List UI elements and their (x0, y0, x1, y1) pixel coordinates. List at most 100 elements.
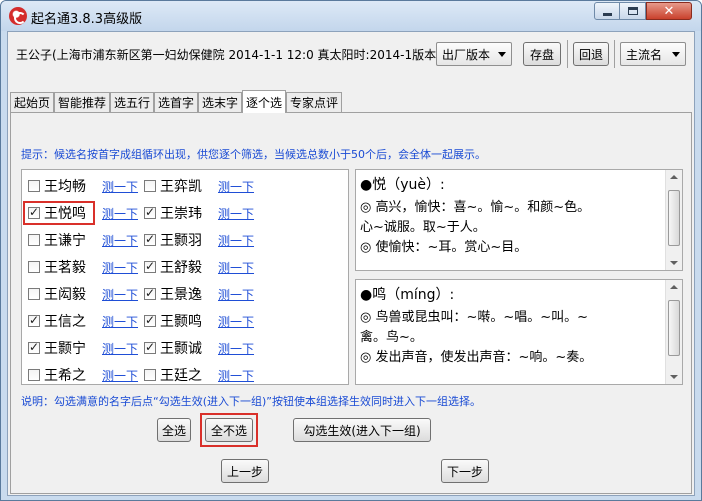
version-combo[interactable]: 出厂版本 (436, 42, 512, 66)
name-checkbox-item[interactable]: 王景逸 (144, 285, 202, 303)
name-checkbox-item[interactable]: 王均畅 (28, 177, 86, 195)
prev-step-button[interactable]: 上一步 (221, 459, 269, 483)
checkbox[interactable] (144, 180, 156, 192)
maximize-button[interactable] (620, 2, 646, 20)
toolbar-separator (614, 40, 615, 68)
scroll-thumb[interactable] (668, 190, 680, 246)
scroll-down-icon[interactable] (670, 375, 678, 379)
candidate-name: 王颢羽 (160, 233, 202, 249)
name-checkbox-item[interactable]: 王谦宁 (28, 231, 86, 249)
tab-five-elements[interactable]: 选五行 (110, 92, 154, 112)
back-button[interactable]: 回退 (573, 42, 609, 66)
definition-line: ◎ 使愉快：~耳。赏心~目。 (360, 240, 528, 255)
scroll-thumb[interactable] (668, 300, 680, 356)
mode-combo[interactable]: 主流名 (620, 42, 686, 66)
definition-line: ◎ 鸟兽或昆虫叫：~啭。~唱。~叫。~ (360, 310, 589, 325)
checkbox[interactable] (28, 313, 40, 327)
minimize-icon (602, 12, 612, 16)
apply-selection-button[interactable]: 勾选生效(进入下一组) (293, 418, 431, 442)
name-checkbox-item[interactable]: 王希之 (28, 366, 86, 384)
name-checkbox-item[interactable]: 王弈凯 (144, 177, 202, 195)
test-name-link[interactable]: 测一下 (102, 313, 138, 330)
scroll-up-icon[interactable] (670, 175, 678, 179)
name-checkbox-item[interactable]: 王颢宁 (28, 339, 86, 357)
test-name-link[interactable]: 测一下 (218, 178, 254, 195)
name-checkbox-item[interactable]: 王茗毅 (28, 258, 86, 276)
close-icon: ✕ (663, 3, 675, 19)
minimize-button[interactable] (594, 2, 620, 20)
save-button[interactable]: 存盘 (523, 42, 561, 66)
candidate-name: 王廷之 (160, 368, 202, 384)
checkbox[interactable] (144, 232, 156, 246)
candidate-name: 王颢鸣 (160, 314, 202, 330)
toolbar-separator (567, 40, 568, 68)
select-all-button[interactable]: 全选 (157, 418, 191, 442)
chevron-down-icon (498, 52, 506, 57)
name-checkbox-item[interactable]: 王颢羽 (144, 231, 202, 249)
tab-expert-review[interactable]: 专家点评 (286, 92, 342, 112)
checkbox[interactable] (144, 313, 156, 327)
checkbox[interactable] (28, 369, 40, 381)
checkbox[interactable] (28, 261, 40, 273)
close-button[interactable]: ✕ (646, 2, 692, 20)
name-checkbox-item[interactable]: 王舒毅 (144, 258, 202, 276)
scroll-down-icon[interactable] (670, 261, 678, 265)
checkbox[interactable] (28, 288, 40, 300)
tab-recommend[interactable]: 智能推荐 (54, 92, 110, 112)
vertical-scrollbar[interactable] (665, 170, 682, 270)
test-name-link[interactable]: 测一下 (218, 232, 254, 249)
checkbox[interactable] (144, 205, 156, 219)
tab-start[interactable]: 起始页 (10, 92, 54, 112)
candidate-name: 王闳毅 (44, 287, 86, 303)
char-definition-pane-2: ●鸣（míng）: ◎ 鸟兽或昆虫叫：~啭。~唱。~叫。~ 禽。鸟~。 ◎ 发出… (355, 279, 683, 385)
checkbox[interactable] (28, 180, 40, 192)
candidate-name: 王景逸 (160, 287, 202, 303)
tab-one-by-one[interactable]: 逐个选 (242, 90, 286, 113)
candidate-name: 王颢宁 (44, 341, 86, 357)
test-name-link[interactable]: 测一下 (218, 313, 254, 330)
definition-line: ◎ 高兴，愉快：喜~。愉~。和颜~色。 (360, 200, 591, 215)
scroll-up-icon[interactable] (670, 285, 678, 289)
test-name-link[interactable]: 测一下 (102, 286, 138, 303)
tab-bar: 起始页 智能推荐 选五行 选首字 选末字 逐个选 专家点评 (8, 90, 694, 113)
mode-combo-value: 主流名 (626, 47, 663, 62)
test-name-link[interactable]: 测一下 (218, 340, 254, 357)
candidate-name: 王希之 (44, 368, 86, 384)
client-area: 王公子(上海市浦东新区第一妇幼保健院 2014-1-1 12:0 真太阳时:20… (7, 31, 695, 496)
checkbox[interactable] (28, 340, 40, 354)
definition-line: 心~诚服。取~于人。 (360, 220, 486, 235)
test-name-link[interactable]: 测一下 (102, 259, 138, 276)
tab-last-char[interactable]: 选末字 (198, 92, 242, 112)
name-checkbox-item[interactable]: 王颢鸣 (144, 312, 202, 330)
test-name-link[interactable]: 测一下 (218, 205, 254, 222)
test-name-link[interactable]: 测一下 (102, 178, 138, 195)
birth-info-text: 王公子(上海市浦东新区第一妇幼保健院 2014-1-1 12:0 真太阳时:20… (16, 48, 441, 62)
test-name-link[interactable]: 测一下 (102, 232, 138, 249)
checkbox[interactable] (144, 369, 156, 381)
title-bar[interactable]: 起名通3.8.3高级版 ✕ (1, 1, 701, 31)
checkbox[interactable] (144, 259, 156, 273)
candidate-name-list: 王均畅 测一下 王悦鸣 测一下 王谦宁 测一下 王茗毅 测一下 王闳毅 测一下 … (21, 169, 349, 385)
name-checkbox-item[interactable]: 王颢诚 (144, 339, 202, 357)
test-name-link[interactable]: 测一下 (102, 340, 138, 357)
name-checkbox-item[interactable]: 王闳毅 (28, 285, 86, 303)
name-checkbox-item[interactable]: 王信之 (28, 312, 86, 330)
next-step-button[interactable]: 下一步 (441, 459, 489, 483)
name-checkbox-item[interactable]: 王廷之 (144, 366, 202, 384)
definition-line: ◎ 发出声音，使发出声音：~响。~奏。 (360, 350, 593, 365)
test-name-link[interactable]: 测一下 (102, 367, 138, 384)
test-name-link[interactable]: 测一下 (218, 286, 254, 303)
checkbox[interactable] (144, 340, 156, 354)
checkbox[interactable] (28, 234, 40, 246)
checkbox[interactable] (144, 286, 156, 300)
candidate-name: 王茗毅 (44, 260, 86, 276)
vertical-scrollbar[interactable] (665, 280, 682, 384)
test-name-link[interactable]: 测一下 (102, 205, 138, 222)
test-name-link[interactable]: 测一下 (218, 367, 254, 384)
app-window: 起名通3.8.3高级版 ✕ 王公子(上海市浦东新区第一妇幼保健院 2014-1-… (0, 0, 702, 501)
name-checkbox-item[interactable]: 王崇玮 (144, 204, 202, 222)
tab-first-char[interactable]: 选首字 (154, 92, 198, 112)
candidate-name: 王均畅 (44, 179, 86, 195)
candidate-name: 王信之 (44, 314, 86, 330)
test-name-link[interactable]: 测一下 (218, 259, 254, 276)
